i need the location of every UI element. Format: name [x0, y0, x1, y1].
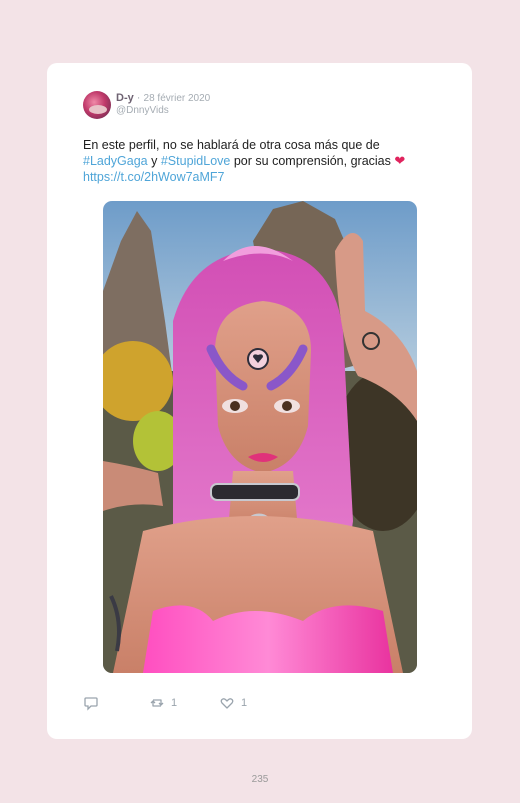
display-name[interactable]: D-y	[116, 92, 134, 104]
tweet-actions: 1 1	[83, 695, 383, 711]
tweet-text-part: por su comprensión, gracias	[233, 154, 391, 168]
tweet-photo[interactable]	[103, 201, 417, 673]
like-count: 1	[241, 697, 248, 709]
tweet-text-part: y	[151, 154, 158, 168]
tweet-header: D-y · 28 février 2020	[116, 92, 210, 104]
hashtag-link[interactable]: #LadyGaga	[83, 154, 148, 168]
retweet-count: 1	[171, 697, 178, 709]
page-number: 235	[251, 774, 269, 785]
like-action[interactable]: 1	[219, 695, 247, 711]
separator: ·	[136, 92, 141, 104]
red-heart-emoji: ❤	[394, 153, 406, 168]
heart-icon	[220, 698, 234, 709]
retweet-icon	[150, 699, 164, 707]
reply-action[interactable]	[83, 695, 99, 711]
tweet-card: D-y · 28 février 2020 @DnnyVids En este …	[47, 63, 472, 739]
retweet-action[interactable]: 1	[149, 695, 177, 711]
tweet-url-link[interactable]: https://t.co/2hWow7aMF7	[83, 170, 225, 184]
avatar[interactable]	[83, 91, 111, 119]
tweet-photo-image	[103, 201, 417, 673]
tweet-text: En este perfil, no se hablará de otra co…	[83, 137, 438, 185]
hashtag-link[interactable]: #StupidLove	[161, 154, 231, 168]
reply-icon	[84, 697, 98, 711]
user-handle[interactable]: @DnnyVids	[116, 105, 169, 116]
tweet-text-part: En este perfil, no se hablará de otra co…	[83, 138, 380, 152]
tweet-date[interactable]: 28 février 2020	[144, 93, 211, 104]
